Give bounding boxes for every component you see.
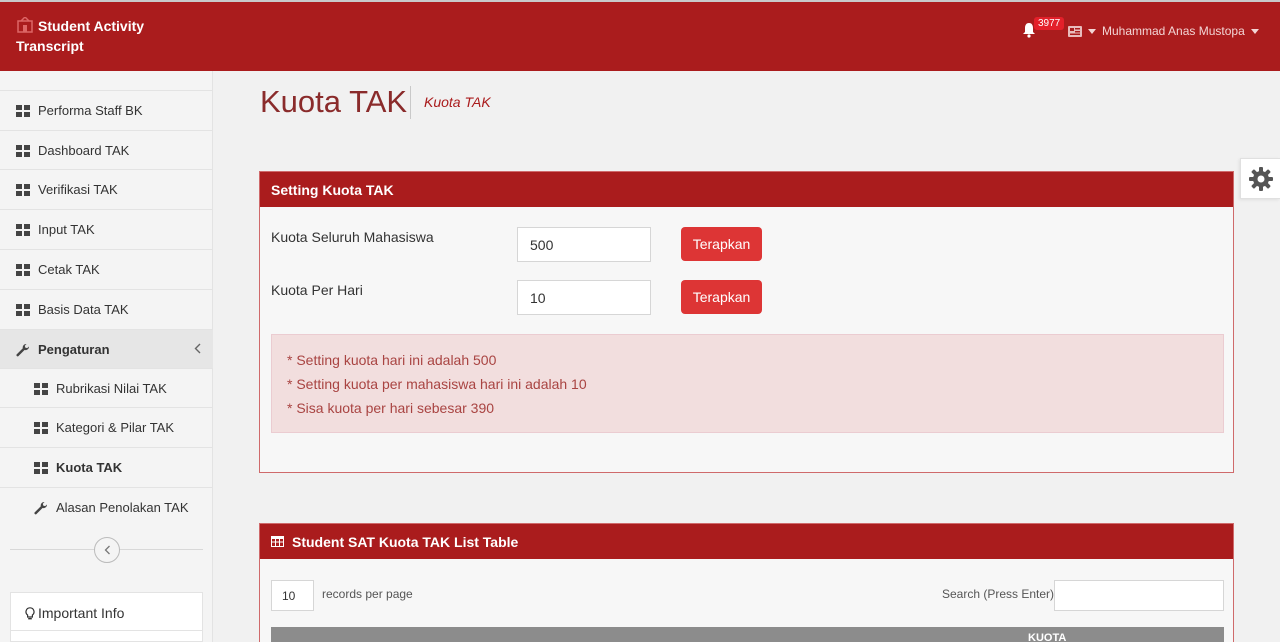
alert-line: * Setting kuota per mahasiswa hari ini a…: [287, 376, 587, 392]
brand-text: Student Activity Transcript: [16, 18, 145, 54]
panel-title: Student SAT Kuota TAK List Table: [292, 533, 519, 550]
sidebar-item-dashboard-tak[interactable]: Dashboard TAK: [0, 130, 213, 170]
panel-title: Setting Kuota TAK: [271, 181, 394, 198]
wrench-icon: [16, 343, 30, 356]
records-per-page-select[interactable]: 10: [271, 580, 314, 611]
sidebar-item-kuota-tak[interactable]: Kuota TAK: [0, 447, 213, 487]
sidebar-item-performa-staff-bk[interactable]: Performa Staff BK: [0, 90, 213, 130]
column-header-kuota[interactable]: KUOTA: [1028, 632, 1066, 642]
search-input[interactable]: [1054, 580, 1224, 611]
sidebar-item-label: Input TAK: [38, 222, 95, 237]
sidebar-item-label: Pengaturan: [38, 342, 110, 357]
sidebar-item-verifikasi-tak[interactable]: Verifikasi TAK: [0, 169, 213, 209]
sidebar-item-label: Kuota TAK: [56, 460, 123, 475]
page-title: Kuota TAK: [260, 84, 408, 119]
page-subtitle: Kuota TAK: [424, 94, 491, 110]
alert-line: * Sisa kuota per hari sebesar 390: [287, 400, 495, 416]
wrench-icon: [34, 501, 48, 514]
kuota-per-hari-input[interactable]: [517, 280, 651, 315]
divider: [11, 630, 202, 631]
sidebar-item-label: Dashboard TAK: [38, 143, 130, 158]
sidebar-item-pengaturan[interactable]: Pengaturan: [0, 329, 213, 369]
table-icon: [271, 536, 284, 547]
kuota-list-panel: Student SAT Kuota TAK List Table 10 reco…: [259, 523, 1234, 642]
sidebar-item-rubrikasi-nilai-tak[interactable]: Rubrikasi Nilai TAK: [0, 368, 213, 408]
sidebar-item-label: Verifikasi TAK: [38, 182, 118, 197]
lightbulb-icon: [25, 606, 35, 619]
panel-header: Setting Kuota TAK: [260, 172, 1233, 207]
important-info-title[interactable]: Important Info: [25, 605, 124, 621]
gear-icon: [1248, 166, 1273, 191]
caret-down-icon: [1088, 28, 1096, 34]
important-info-box: Important Info: [10, 592, 203, 642]
grid-icon: [16, 263, 30, 276]
sidebar-item-label: Alasan Penolakan TAK: [56, 500, 189, 515]
kuota-info-alert: * Setting kuota hari ini adalah 500 * Se…: [271, 334, 1224, 433]
sidebar-item-cetak-tak[interactable]: Cetak TAK: [0, 249, 213, 289]
grid-icon: [34, 461, 48, 474]
user-menu[interactable]: Muhammad Anas Mustopa: [1068, 24, 1259, 38]
table-header: KUOTA: [271, 627, 1224, 642]
sidebar-item-basis-data-tak[interactable]: Basis Data TAK: [0, 289, 213, 329]
important-info-label: Important Info: [38, 605, 125, 621]
sidebar-item-kategori-pilar-tak[interactable]: Kategori & Pilar TAK: [0, 407, 213, 447]
sidebar-item-label: Performa Staff BK: [38, 103, 143, 118]
settings-toggle[interactable]: [1240, 158, 1280, 199]
user-name: Muhammad Anas Mustopa: [1102, 24, 1245, 38]
sidebar-item-input-tak[interactable]: Input TAK: [0, 209, 213, 249]
terapkan-button[interactable]: Terapkan: [681, 227, 762, 261]
sidebar-item-label: Cetak TAK: [38, 262, 100, 277]
sidebar-item-label: Basis Data TAK: [38, 302, 129, 317]
panel-header: Student SAT Kuota TAK List Table: [260, 524, 1233, 559]
grid-icon: [16, 104, 30, 117]
user-card-icon: [1068, 25, 1082, 37]
logo-icon: [17, 17, 33, 33]
grid-icon: [16, 144, 30, 157]
sidebar-item-label: Kategori & Pilar TAK: [56, 420, 175, 435]
title-divider: [410, 86, 411, 119]
grid-icon: [16, 183, 30, 196]
sidebar-collapse-button[interactable]: [94, 537, 120, 563]
sidebar: Performa Staff BK Dashboard TAK Verifika…: [0, 71, 213, 642]
grid-icon: [16, 223, 30, 236]
notification-badge[interactable]: 3977: [1034, 17, 1065, 30]
grid-icon: [16, 303, 30, 316]
chevron-left-icon: [104, 545, 110, 555]
grid-icon: [34, 421, 48, 434]
chevron-left-icon: [194, 343, 201, 354]
caret-down-icon: [1250, 28, 1259, 34]
kuota-seluruh-label: Kuota Seluruh Mahasiswa: [271, 229, 434, 245]
alert-line: * Setting kuota hari ini adalah 500: [287, 352, 497, 368]
kuota-per-hari-label: Kuota Per Hari: [271, 282, 363, 298]
terapkan-button[interactable]: Terapkan: [681, 280, 762, 314]
sidebar-item-label: Rubrikasi Nilai TAK: [56, 381, 167, 396]
kuota-seluruh-input[interactable]: [517, 227, 651, 262]
grid-icon: [34, 382, 48, 395]
sidebar-item-alasan-penolakan-tak[interactable]: Alasan Penolakan TAK: [0, 487, 213, 527]
records-per-page-label: records per page: [322, 587, 413, 601]
setting-kuota-panel: Setting Kuota TAK Kuota Seluruh Mahasisw…: [259, 171, 1234, 473]
search-label: Search (Press Enter):: [942, 587, 1058, 601]
top-navbar: Student Activity Transcript 3977 Muhamma…: [0, 0, 1280, 71]
brand[interactable]: Student Activity Transcript: [16, 16, 166, 56]
